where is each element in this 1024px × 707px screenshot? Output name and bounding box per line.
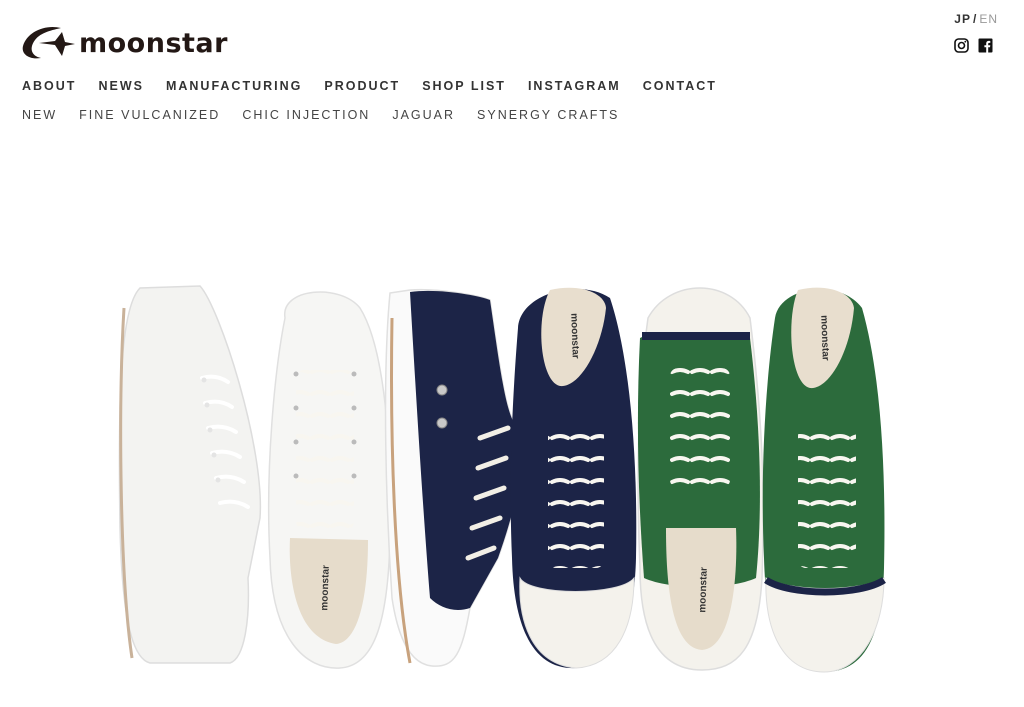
brand-name: moonstar [79,27,228,59]
lang-separator: / [972,12,978,26]
sneakers-lineup-image: moonstar moonstar moonstar moonstar [118,285,886,673]
shoe-navy-side [384,288,524,667]
nav-item-about[interactable]: ABOUT [22,79,76,93]
subnav-item-synergy-crafts[interactable]: SYNERGY CRAFTS [477,108,619,122]
nav-item-manufacturing[interactable]: MANUFACTURING [166,79,302,93]
nav-item-product[interactable]: PRODUCT [324,79,400,93]
shoe-green-top: moonstar [637,287,764,671]
instagram-icon[interactable] [954,38,969,53]
insole-brand-text-4: moonstar [818,315,831,361]
subnav-item-jaguar[interactable]: JAGUAR [392,108,455,122]
shoe-white-top: moonstar [267,291,392,669]
subnav-item-new[interactable]: NEW [22,108,57,122]
shoe-navy-top: moonstar [510,287,637,669]
moonstar-logo[interactable]: moonstar [21,24,228,62]
nav-item-contact[interactable]: CONTACT [643,79,717,93]
language-switcher: JP / EN [954,12,998,26]
moonstar-logo-mark-icon [22,26,75,59]
main-nav: ABOUT NEWS MANUFACTURING PRODUCT SHOP LI… [22,79,739,93]
nav-item-instagram[interactable]: INSTAGRAM [528,79,621,93]
insole-brand-text: moonstar [319,565,332,611]
shoe-green-top-2: moonstar [762,287,886,673]
product-subnav: NEW FINE VULCANIZED CHIC INJECTION JAGUA… [22,108,641,122]
lang-en-link[interactable]: EN [979,12,998,26]
facebook-icon[interactable] [978,38,993,53]
subnav-item-chic-injection[interactable]: CHIC INJECTION [242,108,370,122]
shoe-white-side [118,285,262,664]
social-links [954,38,993,53]
nav-item-shop-list[interactable]: SHOP LIST [422,79,506,93]
subnav-item-fine-vulcanized[interactable]: FINE VULCANIZED [79,108,220,122]
lang-jp-link[interactable]: JP [954,12,971,26]
hero-image: moonstar moonstar moonstar moonstar [110,278,900,678]
nav-item-news[interactable]: NEWS [98,79,144,93]
insole-brand-text-2: moonstar [568,313,581,359]
insole-brand-text-3: moonstar [697,567,710,613]
